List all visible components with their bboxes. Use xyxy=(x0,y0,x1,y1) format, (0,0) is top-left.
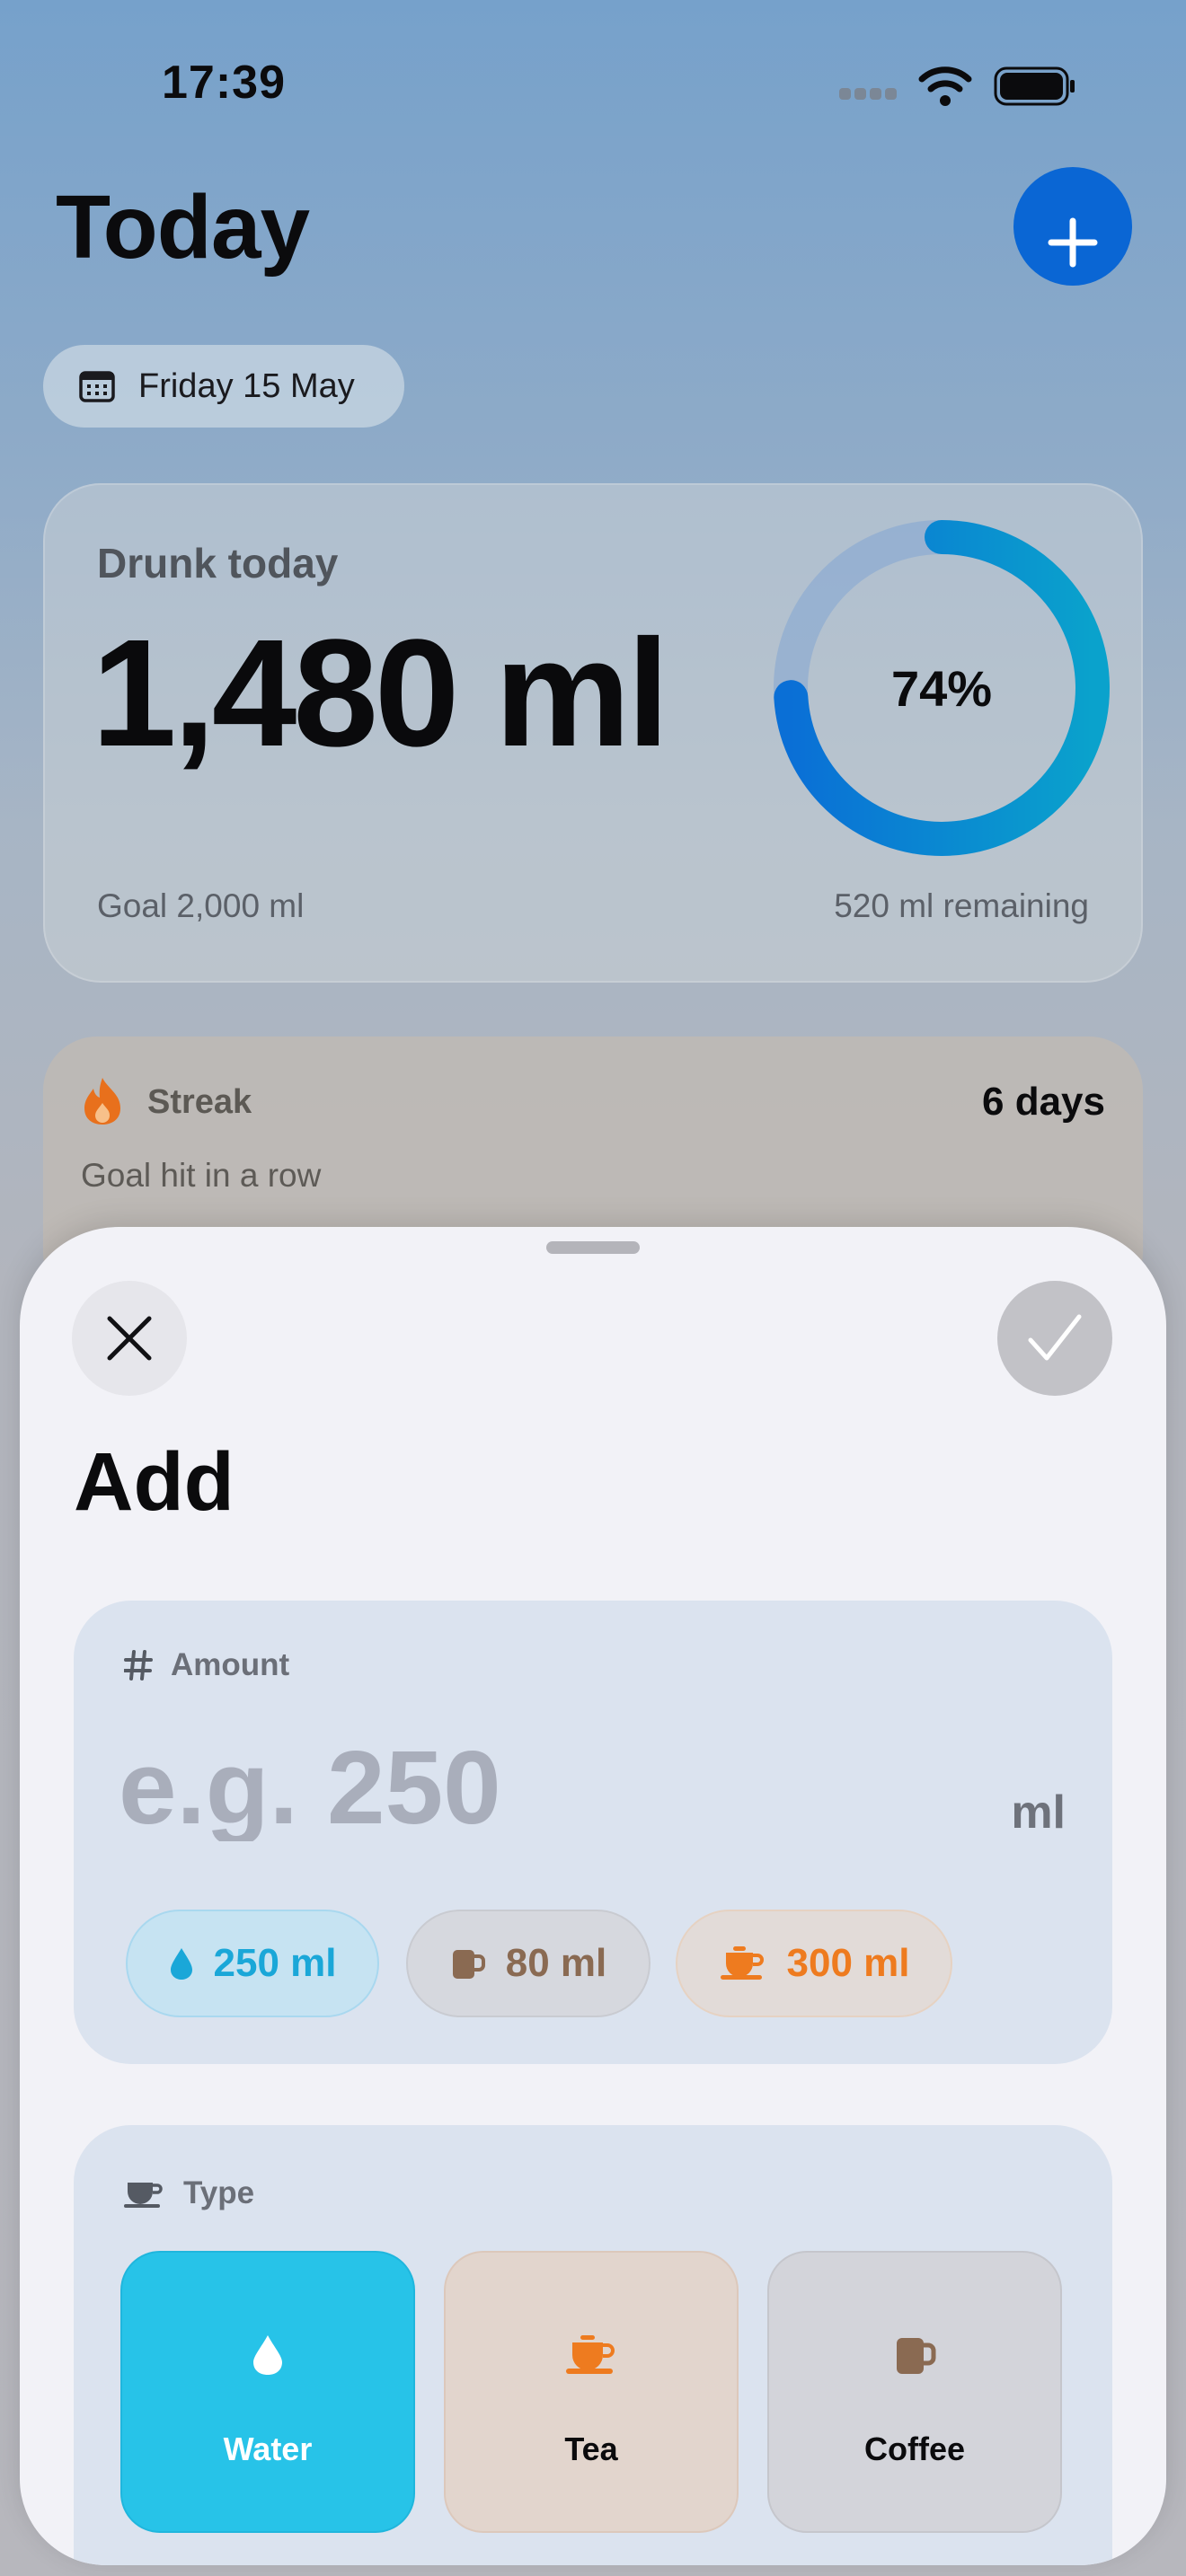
type-option-water[interactable]: Water xyxy=(120,2251,415,2533)
preset-label: 300 ml xyxy=(786,1941,910,1985)
confirm-button[interactable] xyxy=(997,1281,1112,1396)
water-drop-icon xyxy=(253,2335,282,2375)
progress-percent: 74% xyxy=(890,659,993,717)
streak-days: 6 days xyxy=(982,1080,1105,1124)
cellular-signal-icon xyxy=(839,88,900,104)
type-option-coffee[interactable]: Coffee xyxy=(767,2251,1062,2533)
status-time: 17:39 xyxy=(162,57,286,109)
wifi-icon xyxy=(918,66,972,106)
type-option-label: Coffee xyxy=(863,2430,965,2467)
streak-subtitle: Goal hit in a row xyxy=(81,1157,322,1194)
checkmark-icon xyxy=(1028,1314,1082,1361)
date-picker-pill[interactable]: Friday 15 May xyxy=(43,345,404,428)
coffee-mug-icon xyxy=(452,1950,485,1979)
type-label: Type xyxy=(183,2175,255,2210)
battery-icon xyxy=(994,66,1075,106)
type-header: Type xyxy=(122,2175,254,2211)
progress-ring: 74% xyxy=(771,517,1112,859)
close-button[interactable] xyxy=(72,1281,187,1396)
close-icon xyxy=(107,1316,152,1361)
tea-cup-icon xyxy=(566,2335,615,2374)
amount-label: Amount xyxy=(171,1647,290,1682)
streak-title: Streak xyxy=(147,1083,252,1121)
page-title: Today xyxy=(56,177,310,278)
sheet-title: Add xyxy=(74,1436,235,1528)
preset-chip-80ml[interactable]: 80 ml xyxy=(406,1910,651,2017)
type-option-tea[interactable]: Tea xyxy=(444,2251,739,2533)
preset-chip-250ml[interactable]: 250 ml xyxy=(126,1910,379,2017)
goal-label: Goal 2,000 ml xyxy=(97,887,305,924)
preset-label: 250 ml xyxy=(213,1941,337,1985)
preset-chip-300ml[interactable]: 300 ml xyxy=(676,1910,952,2017)
remaining-label: 520 ml remaining xyxy=(834,887,1089,924)
coffee-mug-icon xyxy=(897,2338,936,2374)
water-drop-icon xyxy=(170,1948,192,1980)
date-label: Friday 15 May xyxy=(138,366,355,405)
flame-icon xyxy=(84,1078,120,1125)
drunk-today-card: Drunk today 1,480 ml 74% Goal 2,000 ml 5… xyxy=(43,483,1143,983)
card-kicker: Drunk today xyxy=(97,540,339,587)
hash-icon xyxy=(124,1650,153,1681)
amount-header: Amount xyxy=(124,1647,289,1683)
tea-cup-icon xyxy=(720,1946,764,1980)
type-section: Type Water Tea Coffee xyxy=(74,2125,1112,2565)
amount-input[interactable] xyxy=(119,1734,927,1841)
plus-icon xyxy=(1048,217,1098,268)
amount-unit: ml xyxy=(1011,1786,1066,1839)
type-option-label: Water xyxy=(223,2430,313,2467)
amount-section: Amount ml 250 ml 80 ml 300 ml xyxy=(74,1601,1112,2064)
preset-label: 80 ml xyxy=(505,1941,607,1985)
cup-icon xyxy=(124,2183,163,2208)
add-entry-button[interactable] xyxy=(1013,167,1132,286)
calendar-icon xyxy=(79,371,115,402)
sheet-grabber[interactable] xyxy=(546,1241,640,1254)
type-option-label: Tea xyxy=(564,2430,618,2467)
add-sheet: Add Amount ml 250 ml 80 ml 300 ml Type xyxy=(20,1227,1166,2565)
amount-total: 1,480 ml xyxy=(92,608,669,779)
